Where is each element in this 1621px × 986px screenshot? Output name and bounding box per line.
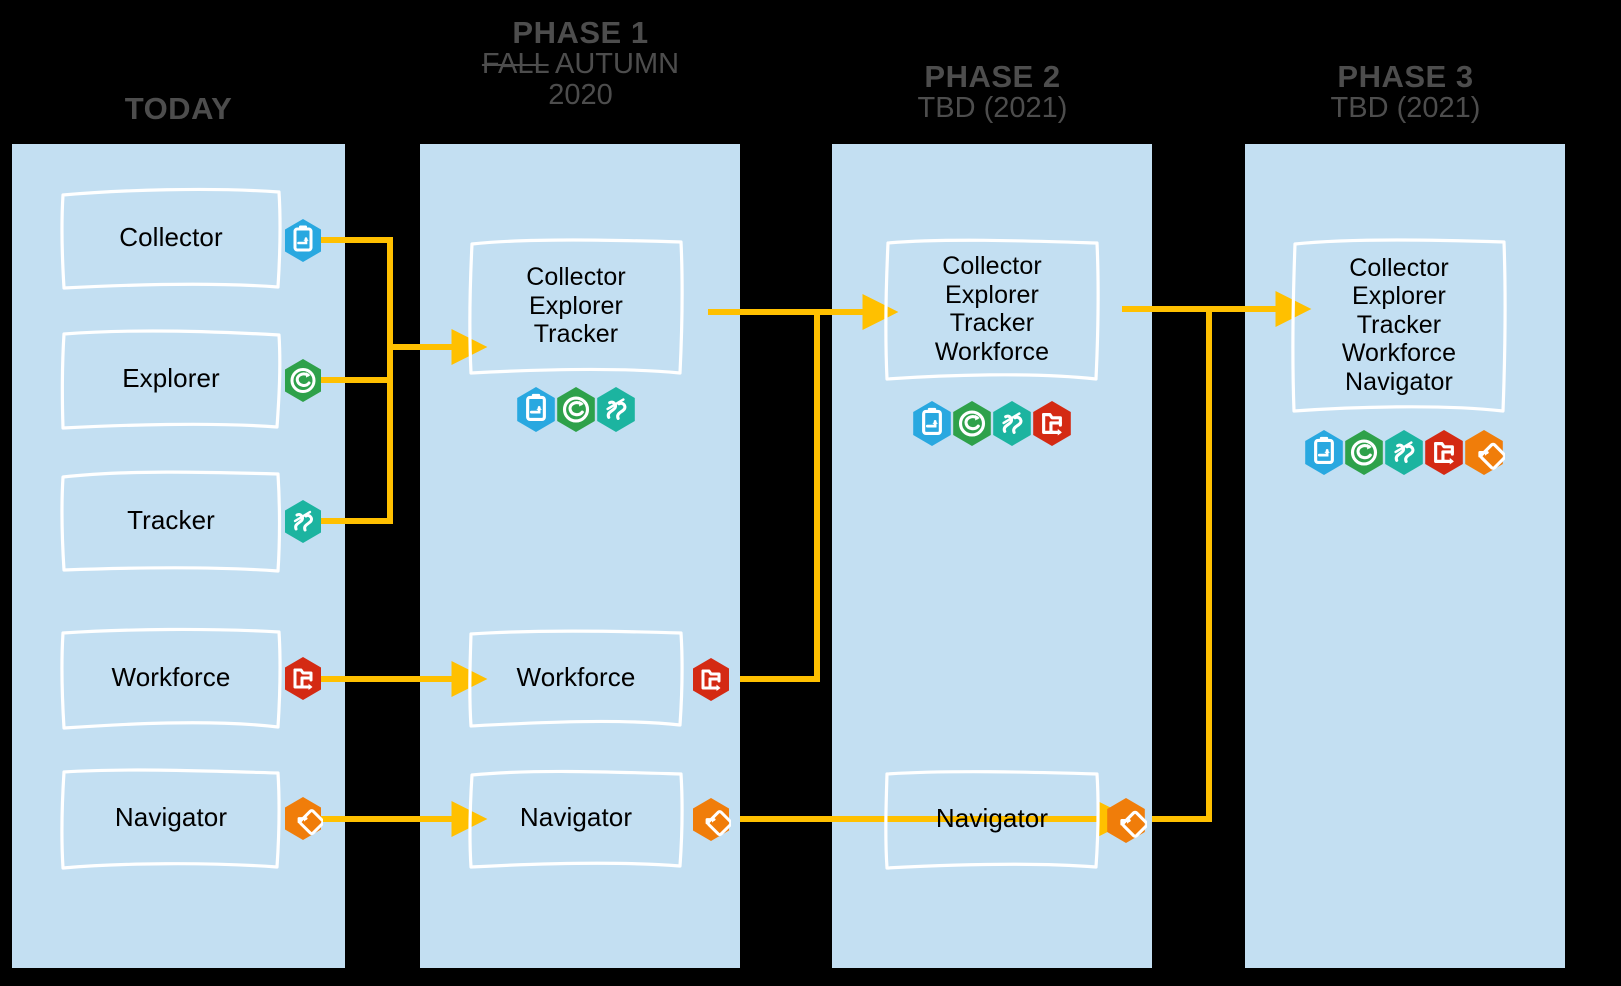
- icon-collector[interactable]: [1303, 429, 1345, 476]
- header-phase2-date: TBD (2021): [917, 92, 1068, 125]
- icon-explorer[interactable]: [555, 386, 597, 433]
- header-phase2-title: PHASE 2: [924, 59, 1061, 94]
- icon-collector[interactable]: [283, 218, 323, 263]
- header-phase1: PHASE 1 FALL AUTUMN 2020: [408, 16, 753, 111]
- box-phase1-merged[interactable]: Collector Explorer Tracker: [468, 236, 684, 376]
- box-label: Tracker: [127, 505, 215, 536]
- icon-row-phase2: [911, 400, 1071, 447]
- box-label: Navigator: [935, 803, 1049, 834]
- roadmap-diagram: TODAY PHASE 1 FALL AUTUMN 2020 PHASE 2 T…: [0, 0, 1621, 986]
- icon-workforce[interactable]: [283, 656, 323, 701]
- header-today-title: TODAY: [124, 91, 233, 126]
- box-phase2-merged[interactable]: Collector Explorer Tracker Workforce: [884, 236, 1100, 382]
- box-today-navigator[interactable]: Navigator: [60, 766, 282, 870]
- box-phase1-navigator[interactable]: Navigator: [468, 768, 684, 869]
- icon-explorer[interactable]: [1343, 429, 1385, 476]
- box-phase1-workforce[interactable]: Workforce: [468, 628, 684, 728]
- icon-workforce[interactable]: [1031, 400, 1073, 447]
- icon-workforce[interactable]: [1423, 429, 1465, 476]
- header-phase2: PHASE 2 TBD (2021): [820, 60, 1165, 124]
- icon-explorer[interactable]: [951, 400, 993, 447]
- box-label: Collector Explorer Tracker Workforce Nav…: [1341, 253, 1457, 396]
- icon-navigator[interactable]: [1463, 429, 1505, 476]
- icon-tracker[interactable]: [595, 386, 637, 433]
- box-label: Navigator: [519, 802, 633, 833]
- header-today: TODAY: [12, 92, 345, 125]
- box-today-explorer[interactable]: Explorer: [60, 327, 282, 431]
- icon-navigator[interactable]: [1105, 797, 1147, 843]
- box-label: Navigator: [114, 802, 228, 833]
- icon-tracker[interactable]: [1383, 429, 1425, 476]
- icon-workforce[interactable]: [691, 657, 731, 702]
- header-phase1-season-struck: FALL: [481, 48, 549, 81]
- header-phase3-title: PHASE 3: [1337, 59, 1474, 94]
- box-label: Workforce: [516, 662, 636, 693]
- box-today-tracker[interactable]: Tracker: [60, 469, 282, 573]
- box-phase3-merged[interactable]: Collector Explorer Tracker Workforce Nav…: [1291, 236, 1507, 414]
- box-label: Collector Explorer Tracker Workforce: [934, 252, 1050, 366]
- icon-navigator[interactable]: [283, 796, 323, 841]
- box-label: Collector: [119, 222, 223, 253]
- box-label: Collector Explorer Tracker: [526, 263, 626, 349]
- header-phase1-year: 2020: [548, 79, 613, 112]
- icon-row-phase1: [515, 386, 635, 433]
- box-label: Workforce: [111, 662, 231, 693]
- icon-tracker[interactable]: [283, 499, 323, 544]
- icon-row-phase3: [1303, 429, 1505, 476]
- icon-collector[interactable]: [515, 386, 557, 433]
- box-today-collector[interactable]: Collector: [60, 186, 282, 290]
- header-phase1-season-new: AUTUMN: [548, 48, 680, 81]
- header-phase3: PHASE 3 TBD (2021): [1233, 60, 1578, 124]
- header-phase3-date: TBD (2021): [1330, 92, 1481, 125]
- box-today-workforce[interactable]: Workforce: [60, 626, 282, 730]
- icon-collector[interactable]: [911, 400, 953, 447]
- icon-tracker[interactable]: [991, 400, 1033, 447]
- box-label: Explorer: [122, 363, 220, 394]
- header-phase1-title: PHASE 1: [512, 15, 649, 50]
- icon-explorer[interactable]: [283, 358, 323, 403]
- box-phase2-navigator[interactable]: Navigator: [884, 768, 1100, 870]
- header-phase1-season: FALL AUTUMN: [408, 49, 753, 80]
- icon-navigator[interactable]: [691, 797, 731, 842]
